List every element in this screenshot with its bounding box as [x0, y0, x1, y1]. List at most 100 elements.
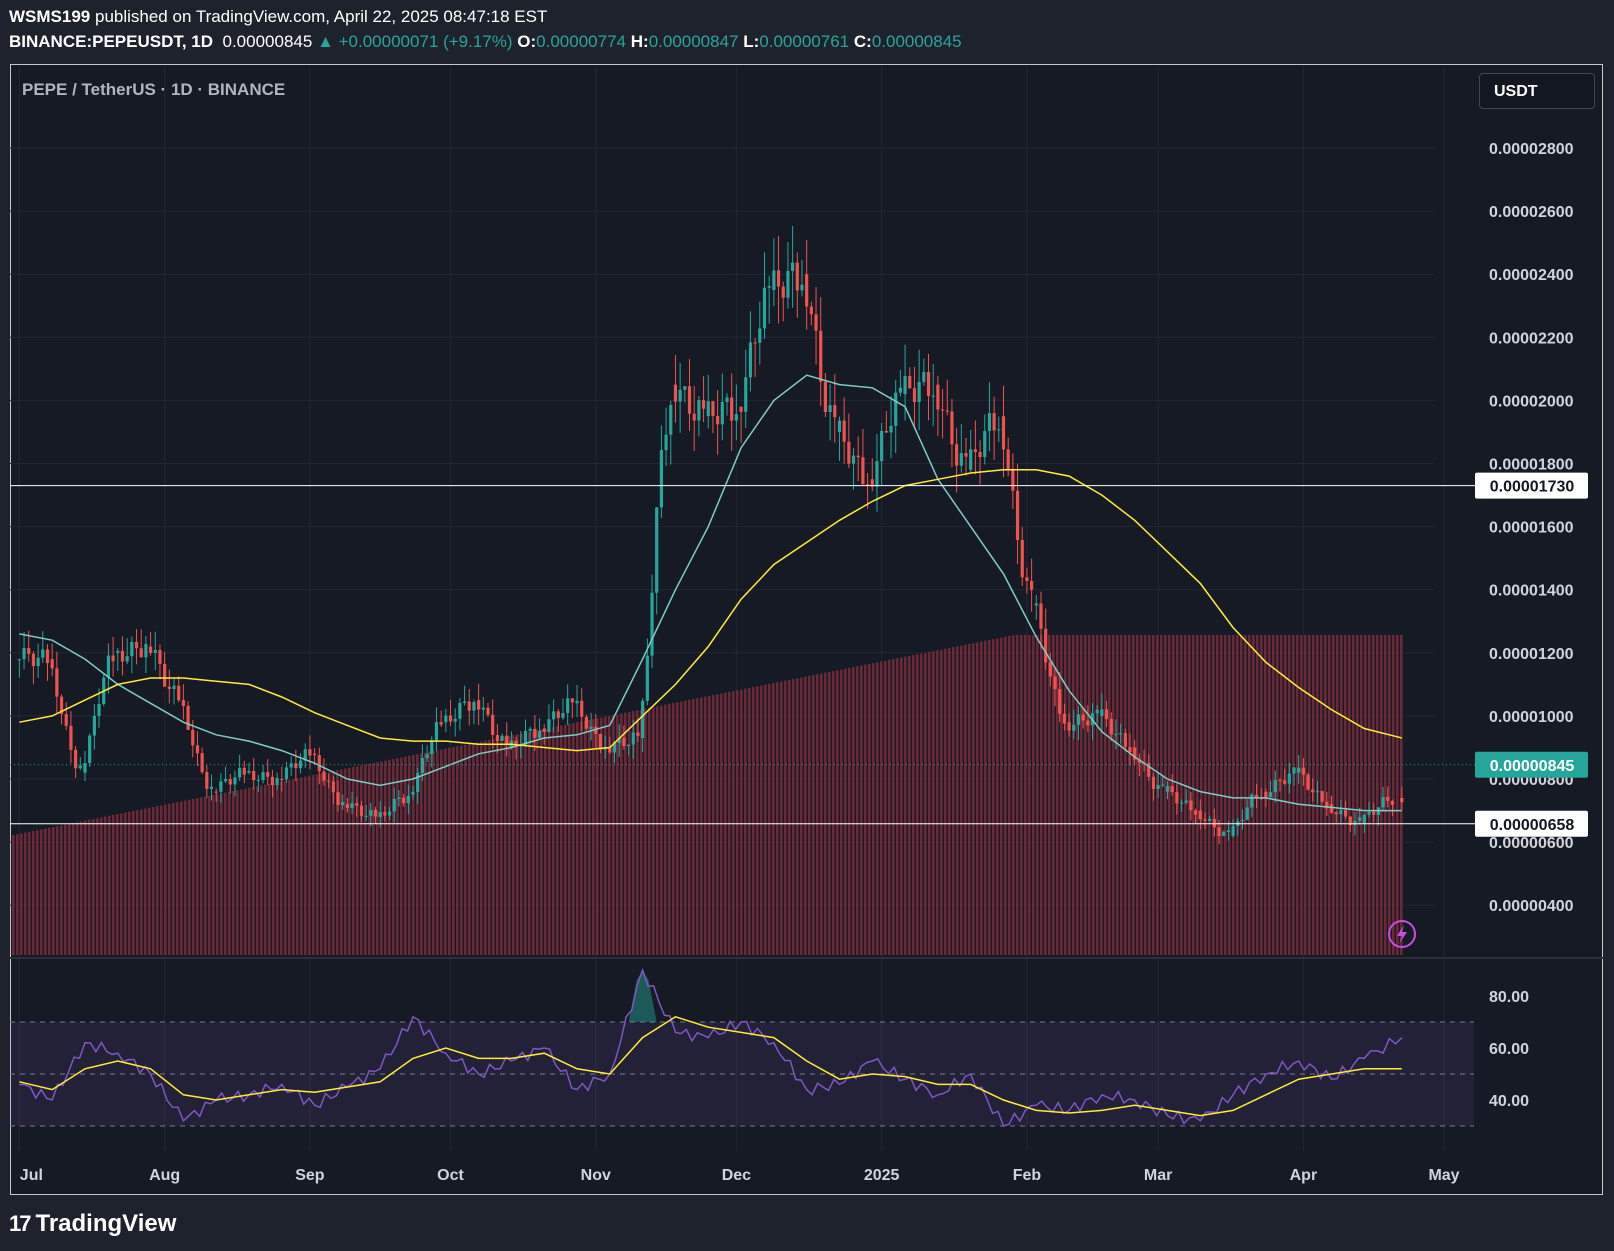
volume-bar — [388, 759, 391, 955]
candle-body — [158, 649, 162, 664]
volume-bar — [468, 743, 471, 955]
volume-bar — [172, 803, 175, 955]
volume-bar — [936, 650, 939, 955]
candle-body — [720, 402, 724, 425]
volume-bar — [1148, 635, 1151, 955]
candle-body — [27, 648, 31, 654]
candle-body — [327, 780, 331, 782]
candle-body — [1297, 767, 1301, 773]
candle-body — [537, 730, 542, 738]
candle-body — [425, 754, 429, 759]
candle-body — [495, 735, 499, 741]
candle-body — [1123, 733, 1127, 748]
volume-bar — [320, 773, 323, 955]
time-axis-label: Nov — [581, 1167, 611, 1184]
volume-bar — [1044, 635, 1047, 955]
candle-body — [1334, 812, 1338, 815]
volume-bar — [1140, 635, 1143, 955]
volume-bar — [1000, 637, 1003, 955]
volume-bar — [992, 639, 995, 955]
volume-bar — [24, 832, 27, 955]
candle-body — [144, 643, 148, 658]
candle-body — [219, 781, 223, 792]
volume-bar — [968, 643, 971, 955]
candle-body — [809, 306, 813, 315]
volume-bar — [108, 815, 111, 955]
candle-body — [1343, 810, 1348, 817]
candle-body — [1212, 818, 1216, 828]
candle-body — [355, 803, 359, 806]
volume-bar — [768, 683, 771, 955]
volume-bar — [596, 718, 599, 955]
candle-body — [561, 713, 565, 718]
volume-bar — [240, 789, 243, 955]
volume-bar — [1284, 635, 1287, 955]
currency-button[interactable]: USDT — [1479, 73, 1595, 109]
volume-bar — [228, 791, 231, 955]
volume-bar — [672, 703, 675, 955]
volume-bar — [980, 641, 983, 955]
candle-body — [1339, 810, 1343, 815]
volume-bar — [808, 675, 811, 955]
candle-body — [1062, 713, 1067, 724]
volume-bar — [1276, 635, 1279, 955]
volume-bar — [620, 713, 623, 955]
volume-bar — [1060, 635, 1063, 955]
volume-bar — [484, 740, 487, 955]
volume-bar — [892, 659, 895, 955]
candle-body — [97, 703, 101, 716]
candle-body — [570, 698, 574, 703]
volume-bar — [540, 729, 543, 955]
candle-body — [111, 655, 115, 662]
candle-body — [45, 649, 50, 664]
price-axis-label: 0.00002800 — [1489, 141, 1574, 158]
candle-body — [453, 718, 457, 722]
candle-body — [622, 737, 626, 747]
candle-body — [584, 716, 589, 729]
candle-body — [1165, 786, 1170, 792]
candle-body — [912, 388, 917, 402]
volume-bar — [828, 671, 831, 955]
candle-body — [903, 376, 907, 395]
time-axis-label: Apr — [1290, 1167, 1318, 1184]
volume-bar — [636, 710, 639, 955]
volume-bar — [456, 746, 459, 955]
volume-bar — [692, 699, 695, 955]
price-chart[interactable]: 0.00001730 0.00000658 0.00002800 0.00002600… — [0, 0, 1614, 1251]
volume-bar — [16, 834, 19, 955]
time-axis-label: Jul — [20, 1167, 43, 1184]
volume-bar — [1396, 635, 1399, 955]
candle-body — [191, 729, 195, 746]
volume-bar — [1196, 635, 1199, 955]
volume-bar — [104, 816, 107, 955]
candle-body — [1161, 784, 1165, 786]
time-axis-label: Oct — [437, 1167, 464, 1184]
candle-body — [1381, 797, 1385, 808]
volume-bar — [508, 735, 511, 955]
volume-bar — [960, 645, 963, 955]
volume-bar — [212, 795, 215, 955]
volume-bar — [712, 695, 715, 955]
volume-bar — [1204, 635, 1207, 955]
candle-body — [701, 400, 706, 409]
candle-body — [298, 760, 303, 769]
candle-body — [92, 715, 96, 736]
volume-bar — [1144, 635, 1147, 955]
volume-bar — [1112, 635, 1115, 955]
candle-body — [148, 646, 153, 653]
volume-bar — [1016, 635, 1019, 955]
volume-bar — [308, 775, 311, 955]
price-axis-label: 0.00001400 — [1489, 583, 1574, 600]
tradingview-logo[interactable]: 17 TradingView — [9, 1210, 176, 1238]
volume-bar — [900, 657, 903, 955]
volume-bar — [1108, 635, 1111, 955]
candle-body — [55, 668, 59, 697]
volume-bar — [268, 783, 271, 955]
volume-bar — [1208, 635, 1211, 955]
candle-body — [669, 404, 673, 435]
volume-bar — [1236, 635, 1239, 955]
candle-body — [1189, 800, 1193, 811]
candle-body — [880, 430, 884, 462]
candle-body — [1273, 780, 1277, 793]
price-axis-label: 0.00002000 — [1489, 393, 1574, 410]
